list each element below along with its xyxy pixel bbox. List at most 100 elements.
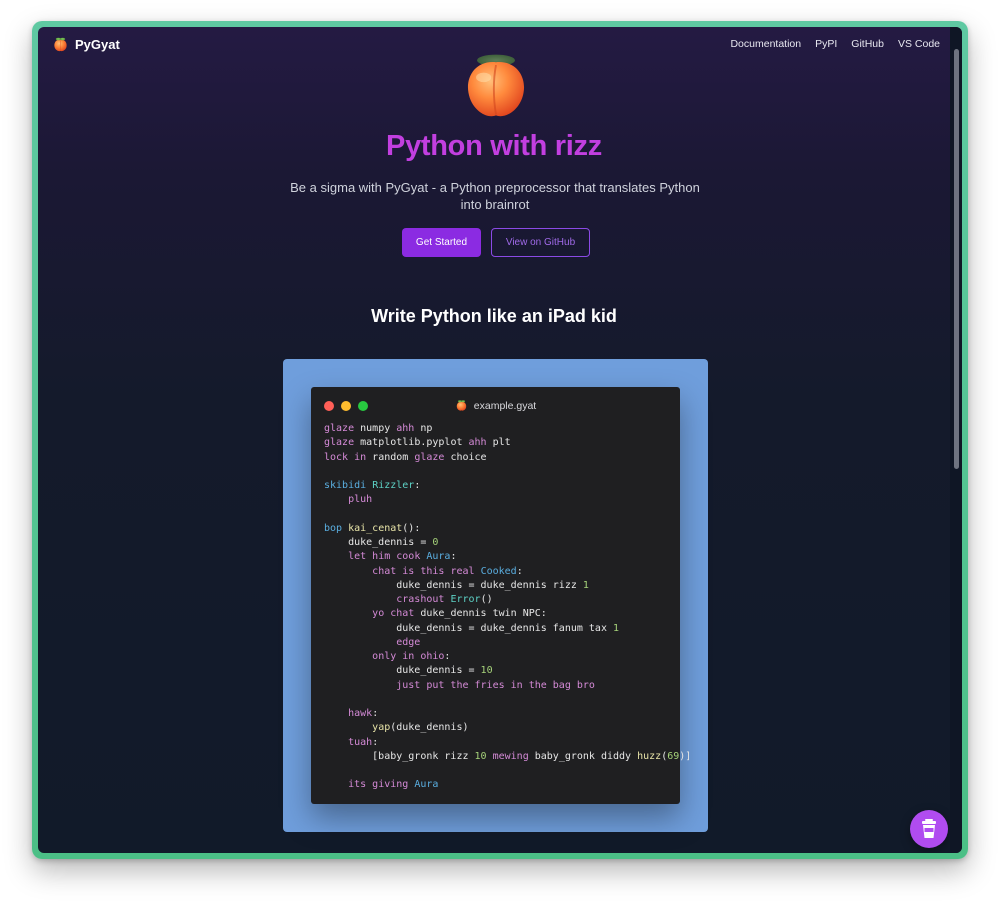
code-token: ahh (468, 437, 487, 449)
code-block: glaze numpy ahh np glaze matplotlib.pyplo… (324, 422, 691, 793)
code-line: glaze matplotlib.pyplot ahh plt (324, 436, 691, 450)
code-showcase: example.gyat glaze numpy ahh np glaze mat… (283, 359, 708, 832)
code-line: ​ (324, 465, 691, 479)
code-line: only in ohio: (324, 650, 691, 664)
code-token: kai_cenat (348, 522, 403, 534)
code-token: pluh (348, 494, 373, 506)
code-token: 69 (667, 750, 680, 762)
code-line: its giving Aura (324, 778, 691, 792)
code-token: glaze (324, 437, 355, 449)
code-token: bop (324, 522, 343, 534)
code-token: Aura (414, 779, 439, 791)
code-token: plt (486, 437, 511, 449)
code-token: huzz (637, 750, 662, 762)
code-line: ​ (324, 693, 691, 707)
code-token: chat is this real (372, 565, 475, 577)
code-token: numpy (354, 423, 397, 434)
hero-peach-icon (467, 54, 525, 117)
code-token: hawk (348, 708, 373, 719)
code-token: edge (396, 636, 421, 648)
code-line: ​ (324, 764, 691, 778)
code-token: ahh (396, 423, 415, 434)
get-started-button[interactable]: Get Started (402, 228, 481, 257)
buy-me-coffee-button[interactable] (910, 810, 948, 848)
code-token: let him cook (348, 551, 421, 563)
file-tab: example.gyat (311, 399, 680, 412)
code-token: : (372, 708, 379, 719)
code-token: (): (402, 522, 421, 534)
code-token: duke_dennis = (324, 665, 481, 677)
code-token: lock in (324, 451, 367, 463)
browser-window-frame: PyGyat Documentation PyPI GitHub VS Code… (32, 21, 968, 859)
code-line: tuah: (324, 736, 691, 750)
code-token: duke_dennis = duke_dennis fanum tax (324, 622, 613, 634)
code-token: duke_dennis = duke_dennis rizz (324, 579, 583, 591)
code-token: yo chat (372, 608, 415, 620)
code-line: pluh (324, 493, 691, 507)
scrollbar-thumb[interactable] (954, 49, 959, 469)
code-token: baby_gronk diddy (528, 750, 638, 762)
code-token: Cooked (480, 565, 517, 577)
code-token: : (516, 565, 523, 577)
code-token: its giving (348, 779, 409, 791)
view-on-github-button[interactable]: View on GitHub (491, 228, 590, 257)
section-title: Write Python like an iPad kid (371, 306, 617, 326)
code-token: () (480, 594, 493, 605)
file-name: example.gyat (473, 399, 537, 412)
code-token: : (444, 651, 451, 662)
hero-title: Python with rizz (386, 130, 602, 162)
brand-name: PyGyat (75, 37, 120, 52)
code-token: skibidi (324, 480, 367, 491)
code-token: matplotlib.pyplot (354, 437, 469, 449)
nav-link-pypi[interactable]: PyPI (815, 38, 837, 50)
code-token: Aura (426, 551, 451, 563)
code-line: ​ (324, 508, 691, 522)
code-token: Rizzler (372, 480, 415, 491)
peach-icon (54, 37, 67, 52)
code-token: glaze (414, 451, 445, 463)
nav-links: Documentation PyPI GitHub VS Code (730, 38, 940, 50)
code-token: : (372, 736, 379, 748)
vertical-scrollbar[interactable] (950, 27, 962, 853)
code-line: duke_dennis = duke_dennis fanum tax 1 (324, 622, 691, 636)
code-line: duke_dennis = 10 (324, 664, 691, 678)
code-line: edge (324, 636, 691, 650)
code-token: yap (372, 722, 391, 734)
nav-link-documentation[interactable]: Documentation (730, 38, 801, 50)
code-token: just put the fries in the bag bro (396, 679, 595, 691)
code-token: : (414, 480, 421, 491)
code-token: tuah (348, 736, 373, 748)
code-line: bop kai_cenat(): (324, 522, 691, 536)
hero-subtitle: Be a sigma with PyGyat - a Python prepro… (290, 180, 700, 212)
code-token: )] (679, 750, 692, 762)
brand-logo-link[interactable]: PyGyat (52, 36, 120, 53)
code-line: yap(duke_dennis) (324, 721, 691, 735)
code-token: glaze (324, 423, 355, 434)
code-token: : (450, 551, 457, 563)
code-line: hawk: (324, 707, 691, 721)
code-token: 1 (582, 579, 589, 591)
code-token: duke_dennis twin NPC: (414, 608, 547, 620)
code-line: duke_dennis = duke_dennis rizz 1 (324, 579, 691, 593)
code-token: [baby_gronk rizz (324, 750, 475, 762)
code-line: just put the fries in the bag bro (324, 679, 691, 693)
nav-link-vscode[interactable]: VS Code (898, 38, 940, 50)
coffee-cup-icon (922, 819, 936, 838)
code-window: example.gyat glaze numpy ahh np glaze mat… (311, 387, 691, 804)
code-line: glaze numpy ahh np (324, 422, 691, 436)
nav-link-github[interactable]: GitHub (851, 38, 884, 50)
code-line: chat is this real Cooked: (324, 565, 691, 579)
code-token: 10 (474, 750, 487, 762)
code-line: skibidi Rizzler: (324, 479, 691, 493)
code-token: duke_dennis = (324, 537, 433, 548)
code-token: choice (444, 451, 487, 463)
code-line: crashout Error() (324, 593, 691, 607)
